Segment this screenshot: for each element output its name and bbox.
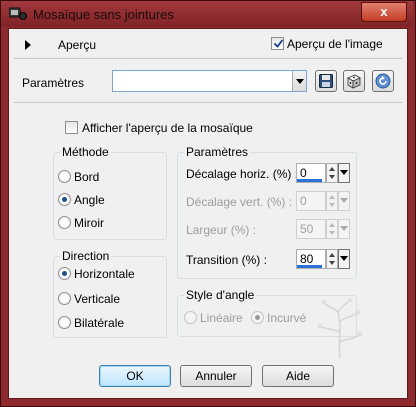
presets-label: Paramètres: [22, 76, 85, 90]
preview-toggle-label: Aperçu: [58, 38, 97, 52]
chevron-down-icon: [296, 79, 304, 84]
width-input: 50: [296, 219, 326, 239]
corner-style-option-label: Incurvé: [267, 311, 307, 325]
spinner-arrows: [326, 219, 338, 239]
transition-label: Transition (%) :: [186, 253, 267, 267]
method-option-label: Miroir: [74, 216, 104, 230]
spinner-arrows-icon: [329, 195, 335, 207]
chevron-down-icon: [340, 170, 348, 175]
method-option-label: Angle: [74, 193, 105, 207]
direction-option-label: Verticale: [74, 292, 121, 306]
mosaic-preview-label: Afficher l'aperçu de la mosaïque: [82, 121, 253, 135]
value-level-bar: [297, 179, 323, 182]
close-button[interactable]: x: [361, 2, 407, 22]
radio-button[interactable]: [58, 216, 71, 229]
randomize-button[interactable]: [343, 70, 365, 92]
chevron-down-icon: [340, 256, 348, 261]
horizontal-offset-input[interactable]: 0: [296, 163, 326, 183]
app-icon: [8, 7, 27, 21]
vertical-offset-input: 0: [296, 191, 326, 211]
radio-button-disabled-selected: [251, 311, 264, 324]
direction-title: Direction: [60, 249, 112, 263]
vertical-offset-value: 0: [300, 194, 307, 208]
slider-popup-button: [338, 219, 350, 239]
mosaic-preview-checkbox-box[interactable]: [65, 121, 78, 134]
radio-button[interactable]: [58, 170, 71, 183]
checkmark-icon: [273, 39, 284, 48]
radio-button[interactable]: [58, 292, 71, 305]
spinner-arrows: [326, 191, 338, 211]
expand-arrow-icon: [25, 40, 31, 50]
spinner-arrows[interactable]: [326, 249, 338, 269]
title-bar[interactable]: Mosaïque sans jointures x: [1, 1, 413, 27]
width-value: 50: [300, 222, 314, 236]
radio-button-disabled: [184, 311, 197, 324]
horizontal-offset-label: Décalage horiz. (%) :: [186, 167, 299, 181]
dice-icon: [347, 74, 361, 89]
method-option-label: Bord: [74, 170, 100, 184]
image-preview-checkbox-box[interactable]: [271, 37, 284, 50]
close-icon: x: [380, 4, 388, 19]
radio-button-selected[interactable]: [58, 193, 71, 206]
settings-title: Paramètres: [184, 145, 251, 159]
horizontal-offset-value: 0: [300, 166, 307, 180]
spinner-arrows-icon: [329, 167, 335, 179]
presets-dropdown[interactable]: [112, 70, 307, 92]
floral-watermark-icon: [317, 298, 363, 359]
direction-option-label: Bilatérale: [74, 316, 125, 330]
divider: [14, 102, 402, 103]
divider: [14, 58, 402, 59]
spinner-arrows-icon: [329, 253, 335, 265]
ok-button[interactable]: OK: [99, 365, 171, 387]
cancel-button[interactable]: Annuler: [180, 365, 252, 387]
slider-popup-button[interactable]: [338, 249, 350, 269]
reset-icon: [375, 73, 391, 89]
spinner-arrows-icon: [329, 223, 335, 235]
floppy-disk-icon: [319, 74, 333, 88]
corner-style-title: Style d'angle: [184, 288, 257, 302]
corner-style-option-label: Linéaire: [200, 311, 243, 325]
help-button[interactable]: Aide: [262, 365, 334, 387]
vertical-offset-row: Décalage vert. (%) : 0: [186, 191, 354, 215]
transition-row: Transition (%) : 80: [186, 249, 354, 273]
dropdown-button[interactable]: [292, 71, 306, 91]
slider-popup-button: [338, 191, 350, 211]
transition-value: 80: [300, 252, 314, 266]
width-row: Largeur (%) : 50: [186, 219, 354, 243]
image-preview-label: Aperçu de l'image: [287, 37, 383, 51]
spinner-arrows[interactable]: [326, 163, 338, 183]
method-title: Méthode: [60, 145, 111, 159]
slider-popup-button[interactable]: [338, 163, 350, 183]
save-preset-button[interactable]: [315, 70, 337, 92]
transition-input[interactable]: 80: [296, 249, 326, 269]
chevron-down-icon: [340, 226, 348, 231]
value-level-bar: [297, 265, 323, 268]
vertical-offset-label: Décalage vert. (%) :: [186, 195, 293, 209]
radio-button-selected[interactable]: [58, 267, 71, 280]
width-label: Largeur (%) :: [186, 223, 257, 237]
chevron-down-icon: [340, 198, 348, 203]
reset-button[interactable]: [372, 70, 394, 92]
direction-option-label: Horizontale: [74, 267, 135, 281]
radio-button[interactable]: [58, 316, 71, 329]
window-title: Mosaïque sans jointures: [33, 7, 174, 22]
horizontal-offset-row: Décalage horiz. (%) : 0: [186, 163, 354, 187]
